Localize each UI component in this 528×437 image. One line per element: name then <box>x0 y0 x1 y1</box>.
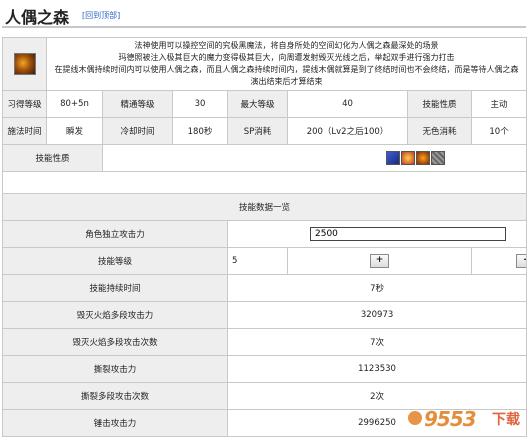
info-label: 技能性质 <box>407 90 472 118</box>
gray-grid-icon <box>431 151 445 165</box>
attack-input[interactable] <box>310 227 506 241</box>
info-value: 瞬发 <box>46 117 103 145</box>
site-watermark: 9553 下载 <box>406 407 528 435</box>
info-label: 习得等级 <box>2 90 47 118</box>
info-row: 施法时间 瞬发 冷却时间 180秒 SP消耗 200（Lv2之后100） 无色消… <box>2 117 528 145</box>
desc-line: 在提线木偶持续时间内可以使用人偶之森，而且人偶之森持续时间内，提线木偶就算是到了… <box>54 65 519 86</box>
level-value: 5 <box>227 247 288 275</box>
skill-icon-cell <box>2 37 47 91</box>
stat-value: 7秒 <box>226 274 528 302</box>
stat-label: 技能持续时间 <box>2 274 228 302</box>
flame-burst-icon <box>401 151 415 165</box>
info-value: 40 <box>287 90 408 118</box>
gap-row <box>1 171 528 194</box>
stat-row: 毁灭火焰多段攻击次数 7次 <box>2 328 528 356</box>
info-row: 习得等级 80+5n 精通等级 30 最大等级 40 技能性质 主动 <box>2 90 528 118</box>
stat-label: 毁灭火焰多段攻击次数 <box>2 328 228 356</box>
desc-line: 法神使用可以操控空间的究极黑魔法，将自身所处的空间幻化为人偶之森最深处的场景 <box>134 41 439 50</box>
info-value: 10个 <box>470 117 528 145</box>
info-value: 主动 <box>470 90 528 118</box>
blue-arc-icon <box>386 151 400 165</box>
desc-row: 法神使用可以操控空间的究极黑魔法，将自身所处的空间幻化为人偶之森最深处的场景 玛… <box>2 37 528 91</box>
stat-label: 锤击攻击力 <box>2 409 228 437</box>
info-label: 最大等级 <box>227 90 288 118</box>
stat-value: 7次 <box>226 328 528 356</box>
title-bar: 人偶之森 [回到顶部] <box>2 0 526 28</box>
level-row: 技能等级 5 + - <box>2 247 528 275</box>
stat-row: 技能持续时间 7秒 <box>2 274 528 302</box>
info-value: 180秒 <box>172 117 228 145</box>
info-value: 30 <box>172 90 228 118</box>
stat-value: 1123530 <box>226 355 528 383</box>
nature-icons <box>101 144 528 172</box>
stat-label: 毁灭火焰多段攻击力 <box>2 301 228 329</box>
stat-label: 撕裂攻击力 <box>2 355 228 383</box>
info-value: 200（Lv2之后100） <box>287 117 408 145</box>
data-title-row: 技能数据一览 <box>1 193 528 221</box>
skill-description: 法神使用可以操控空间的究极黑魔法，将自身所处的空间幻化为人偶之森最深处的场景 玛… <box>45 37 528 91</box>
skill-table: 法神使用可以操控空间的究极黑魔法，将自身所处的空间幻化为人偶之森最深处的场景 玛… <box>1 37 528 437</box>
info-label: 施法时间 <box>2 117 47 145</box>
stat-value: 320973 <box>226 301 528 329</box>
stat-row: 撕裂攻击力 1123530 <box>2 355 528 383</box>
back-to-top-link[interactable]: [回到顶部] <box>82 10 120 21</box>
watermark-text: 下载 <box>492 412 520 428</box>
attack-label: 角色独立攻击力 <box>2 220 228 248</box>
attack-row: 角色独立攻击力 <box>2 220 528 248</box>
info-label: 无色消耗 <box>407 117 472 145</box>
desc-line: 玛德照被注入极其巨大的魔力变得极其巨大，向周遭发射毁灭光线之后，举起双手进行强力… <box>118 53 455 62</box>
nature-label: 技能性质 <box>2 144 103 172</box>
info-label: SP消耗 <box>227 117 288 145</box>
page-title: 人偶之森 <box>5 8 70 27</box>
stat-value: 2次 <box>226 382 528 410</box>
watermark-number: 9553 <box>424 407 477 431</box>
stat-label: 撕裂多段攻击次数 <box>2 382 228 410</box>
level-minus-button[interactable]: - <box>516 254 526 268</box>
info-label: 冷却时间 <box>102 117 173 145</box>
info-value: 80+5n <box>46 90 103 118</box>
level-label: 技能等级 <box>2 247 228 275</box>
stat-row: 毁灭火焰多段攻击力 320973 <box>2 301 528 329</box>
data-title: 技能数据一览 <box>1 193 528 221</box>
fire-orb-icon <box>416 151 430 165</box>
skill-icon <box>13 53 36 75</box>
level-plus-button[interactable]: + <box>370 254 389 268</box>
watermark-logo-icon <box>408 411 422 425</box>
nature-row: 技能性质 <box>2 144 528 172</box>
stat-row: 撕裂多段攻击次数 2次 <box>2 382 528 410</box>
info-label: 精通等级 <box>102 90 173 118</box>
